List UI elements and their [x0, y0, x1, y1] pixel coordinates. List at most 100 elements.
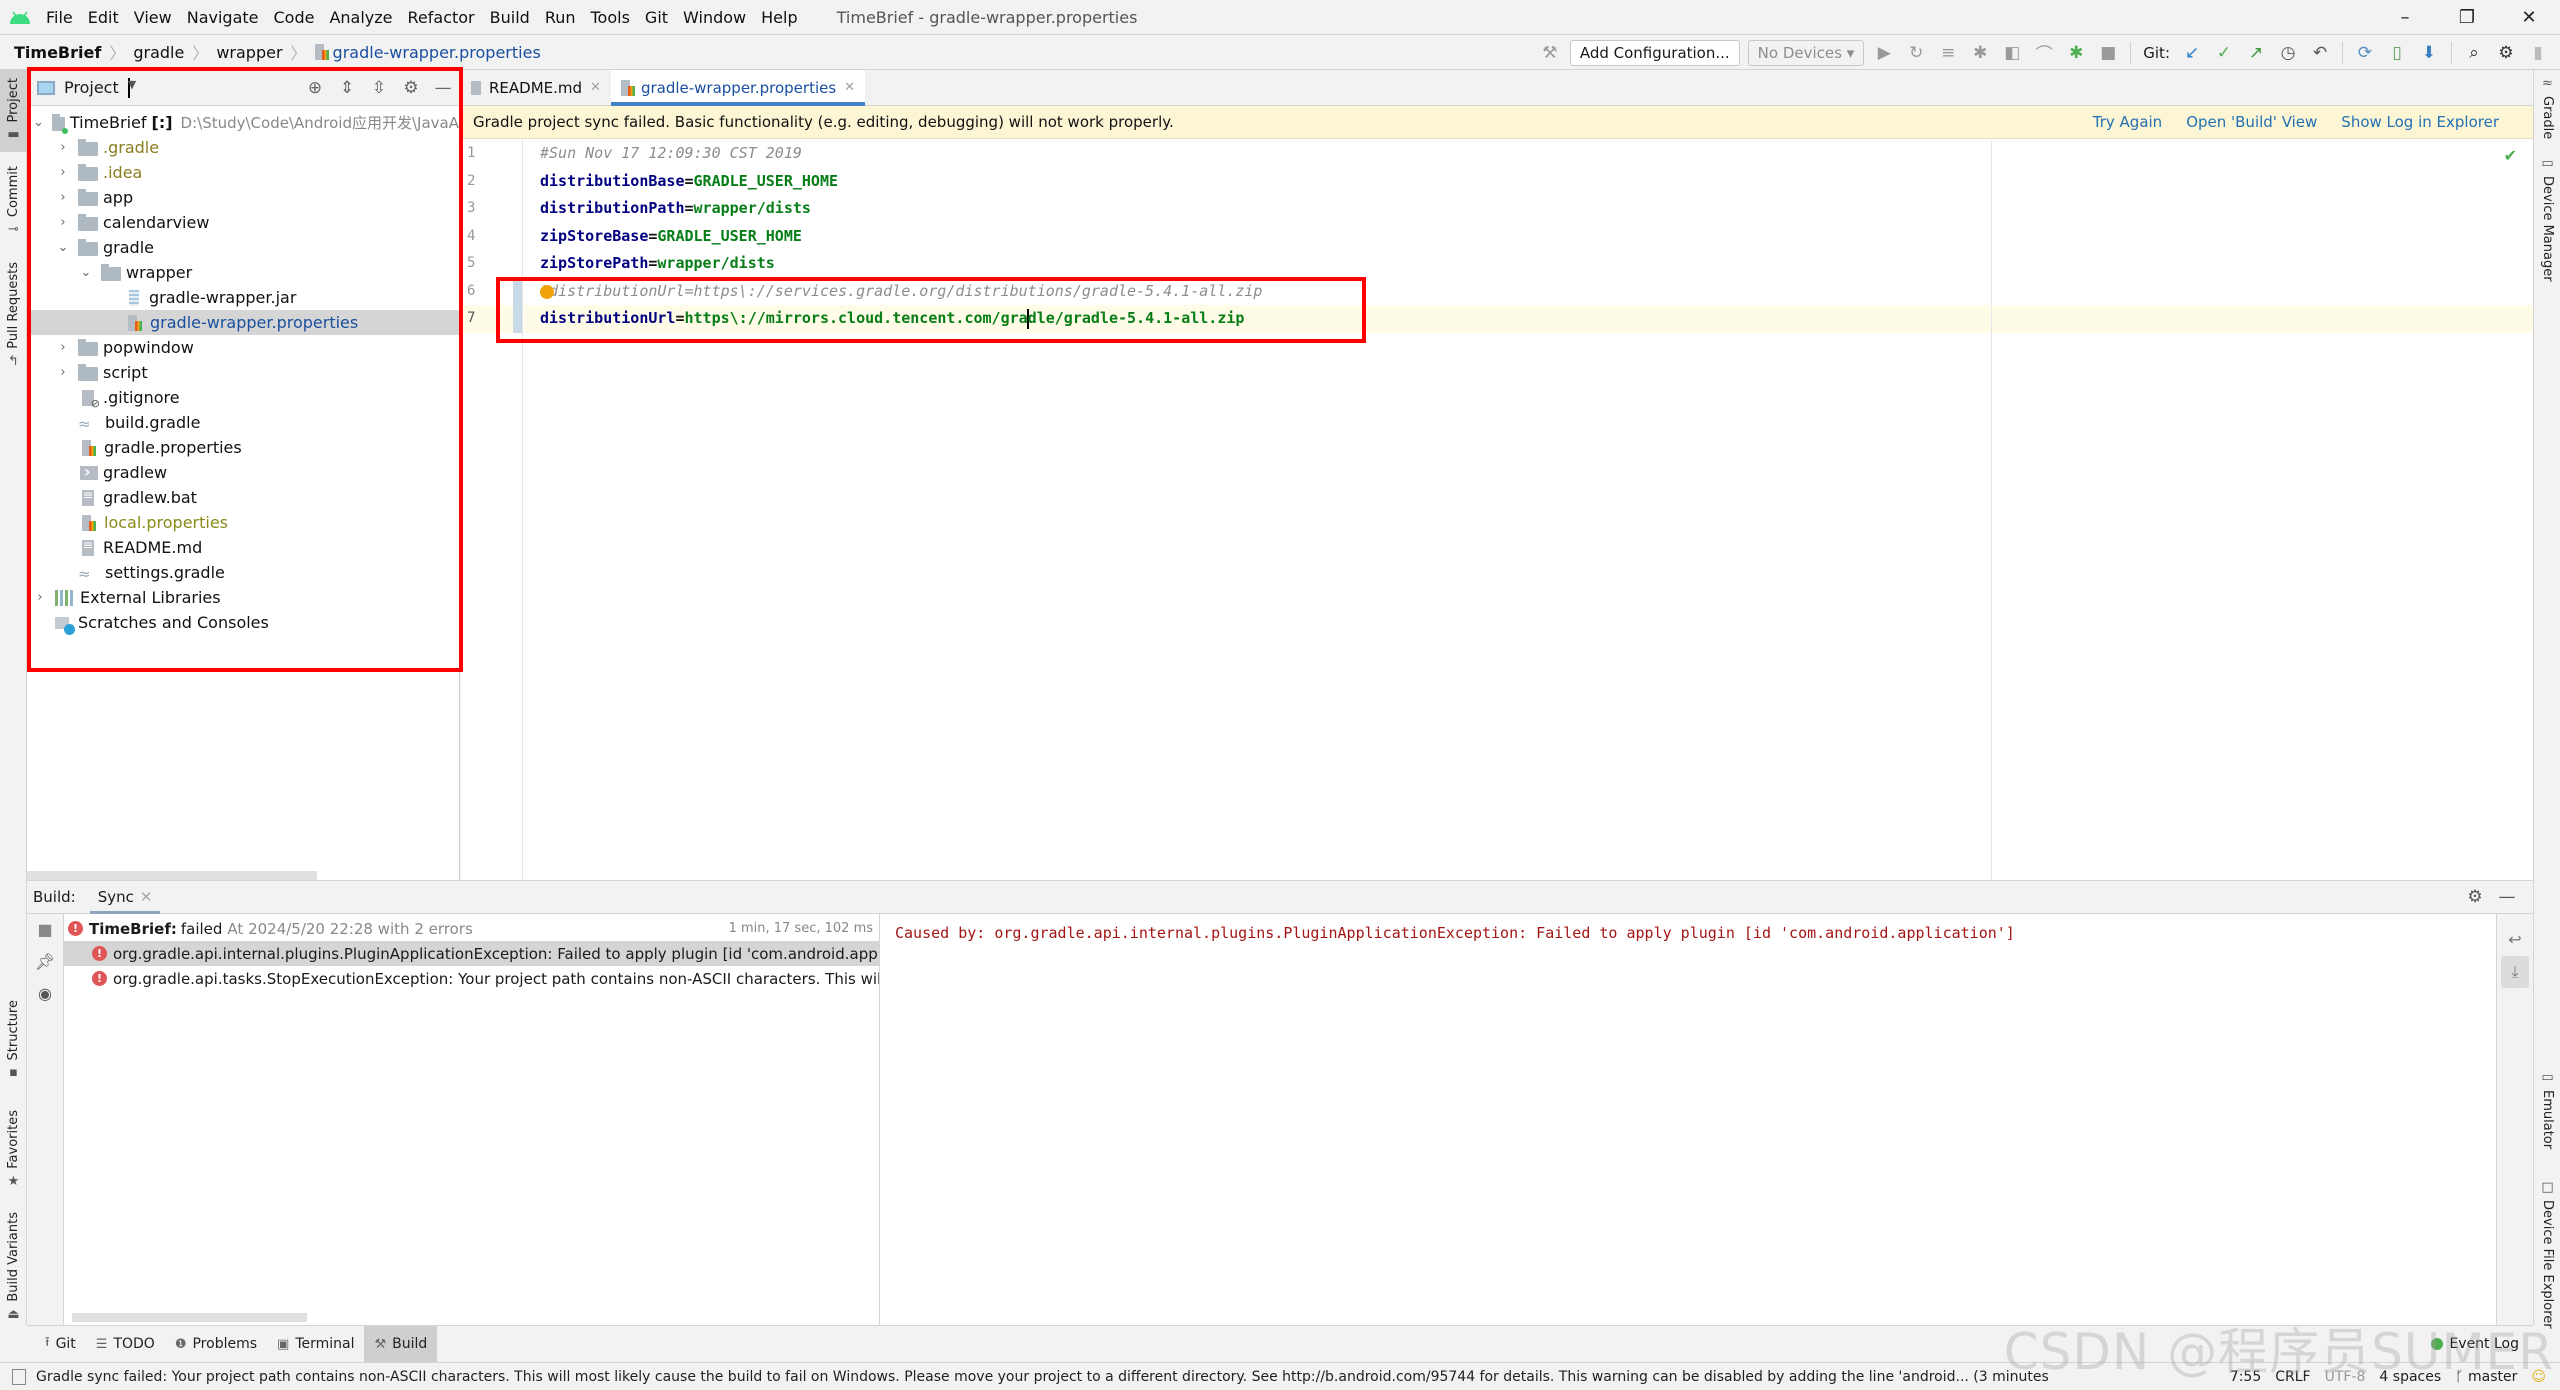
tree-node[interactable]: gradlew — [27, 460, 459, 485]
menu-help[interactable]: Help — [761, 8, 797, 27]
toggle-tool-windows-icon[interactable] — [12, 1368, 26, 1385]
search-icon[interactable]: ⌕ — [2461, 40, 2487, 66]
build-error-row[interactable]: ! org.gradle.api.internal.plugins.Plugin… — [64, 941, 879, 966]
chevron-right-icon[interactable]: › — [56, 215, 70, 230]
chevron-right-icon[interactable]: › — [56, 365, 70, 380]
sync-gradle-icon[interactable]: ⟳ — [2352, 40, 2378, 66]
code-lines[interactable]: #Sun Nov 17 12:09:30 CST 2019 distributi… — [524, 140, 2533, 333]
tool-window-project[interactable]: Project ▬ — [0, 70, 27, 152]
minimize-button[interactable]: – — [2374, 0, 2436, 35]
code-line[interactable]: distributionPath=wrapper/dists — [524, 195, 2533, 223]
tree-node-root[interactable]: ⌄ TimeBrief [:] D:\Study\Code\Android应用开… — [27, 110, 459, 135]
chevron-down-icon[interactable]: ⌄ — [79, 265, 93, 280]
tool-window-build-variants[interactable]: Build Variants ⏏ — [0, 1212, 27, 1322]
debug-icon[interactable]: ✱ — [1967, 40, 1993, 66]
chevron-down-icon[interactable]: ⌄ — [56, 240, 70, 255]
tool-window-favorites[interactable]: Favorites ★ — [0, 1110, 27, 1192]
menu-run[interactable]: Run — [545, 8, 576, 27]
tool-window-structure[interactable]: Structure ▪ — [0, 1000, 27, 1082]
tree-node[interactable]: gradle-wrapper.jar — [27, 285, 459, 310]
menu-window[interactable]: Window — [683, 8, 746, 27]
menu-file[interactable]: File — [46, 8, 73, 27]
tab-gradle-wrapper-properties[interactable]: gradle-wrapper.properties ✕ — [610, 70, 866, 106]
tree-node[interactable]: › script — [27, 360, 459, 385]
try-again-link[interactable]: Try Again — [2093, 113, 2162, 131]
chevron-right-icon[interactable]: › — [56, 165, 70, 180]
stop-icon[interactable]: ■ — [2095, 40, 2121, 66]
tree-node[interactable]: README.md — [27, 535, 459, 560]
intention-bulb-icon[interactable] — [540, 284, 554, 299]
chevron-right-icon[interactable]: › — [56, 140, 70, 155]
line-separator[interactable]: CRLF — [2275, 1369, 2310, 1385]
inspection-ok-check-icon[interactable]: ✔ — [2504, 146, 2517, 165]
stop-icon[interactable]: ■ — [27, 914, 63, 946]
attach-debugger-icon[interactable]: ✱ — [2063, 40, 2089, 66]
close-icon[interactable]: ✕ — [844, 80, 855, 95]
code-editor[interactable]: 1 2 3 4 5 6 7 #Sun Nov 17 12:09:30 CST 2… — [461, 140, 2533, 880]
tree-node[interactable]: ⌄ wrapper — [27, 260, 459, 285]
git-rollback-icon[interactable]: ↶ — [2307, 40, 2333, 66]
event-log-button[interactable]: Event Log — [2431, 1336, 2533, 1352]
menu-tools[interactable]: Tools — [591, 8, 630, 27]
settings-gear-icon[interactable]: ⚙ — [395, 78, 427, 98]
breadcrumb-file[interactable]: gradle-wrapper.properties — [333, 43, 541, 62]
tree-node-selected[interactable]: gradle-wrapper.properties — [27, 310, 459, 335]
git-branch-widget[interactable]: ᚴ master — [2455, 1369, 2517, 1385]
git-push-icon[interactable]: ↗ — [2243, 40, 2269, 66]
tree-node[interactable]: › app — [27, 185, 459, 210]
settings-gear-icon[interactable]: ⚙ — [2459, 887, 2491, 907]
code-line[interactable]: zipStorePath=wrapper/dists — [524, 250, 2533, 278]
menu-refactor[interactable]: Refactor — [408, 8, 475, 27]
chevron-right-icon[interactable]: › — [56, 340, 70, 355]
tab-sync[interactable]: Sync ✕ — [89, 881, 161, 914]
soft-wrap-icon[interactable]: ↩ — [2497, 924, 2533, 956]
tree-node[interactable]: ≈ build.gradle — [27, 410, 459, 435]
apply-code-changes-icon[interactable]: ≡ — [1935, 40, 1961, 66]
scroll-to-end-icon[interactable]: ⤓ — [2501, 956, 2529, 988]
device-selector[interactable]: No Devices ▾ — [1747, 39, 1865, 66]
apply-changes-icon[interactable]: ↻ — [1903, 40, 1929, 66]
tree-node[interactable]: gradle.properties — [27, 435, 459, 460]
file-encoding[interactable]: UTF-8 — [2325, 1369, 2366, 1385]
git-history-icon[interactable]: ◷ — [2275, 40, 2301, 66]
device-manager-icon[interactable]: ▯ — [2384, 40, 2410, 66]
tool-tab-build[interactable]: ⚒ Build — [364, 1325, 438, 1363]
tree-node[interactable]: .gitignore — [27, 385, 459, 410]
code-line[interactable]: #distributionUrl=https\://services.gradl… — [524, 278, 2533, 306]
tab-readme[interactable]: README.md ✕ — [461, 70, 611, 105]
tool-tab-terminal[interactable]: ▣ Terminal — [267, 1326, 364, 1363]
tree-node[interactable]: › .gradle — [27, 135, 459, 160]
menu-navigate[interactable]: Navigate — [187, 8, 259, 27]
indent-setting[interactable]: 4 spaces — [2379, 1369, 2441, 1385]
horizontal-scrollbar[interactable] — [72, 1313, 307, 1322]
chevron-down-icon[interactable]: ⌄ — [33, 115, 44, 130]
pin-icon[interactable]: 📌︎ — [27, 946, 63, 978]
project-view-selector[interactable]: Project — [64, 78, 119, 97]
chevron-down-icon[interactable]: ▼ — [127, 77, 136, 98]
tool-window-device-manager[interactable]: ▭ Device Manager — [2534, 156, 2560, 286]
tool-window-gradle[interactable]: ≈ Gradle — [2534, 76, 2560, 146]
menu-code[interactable]: Code — [274, 8, 315, 27]
close-window-button[interactable]: ✕ — [2498, 0, 2560, 35]
memory-indicator-icon[interactable]: ☺ — [2531, 1369, 2546, 1385]
tool-window-pull-requests[interactable]: Pull Requests ↰ — [0, 262, 27, 369]
tool-window-device-file-explorer[interactable]: □ Device File Explorer — [2534, 1180, 2560, 1329]
build-console[interactable]: Caused by: org.gradle.api.internal.plugi… — [881, 914, 2496, 1326]
breadcrumb-gradle[interactable]: gradle — [133, 43, 184, 62]
settings-gear-icon[interactable]: ⚙ — [2493, 40, 2519, 66]
code-line-current[interactable]: distributionUrl=https\://mirrors.cloud.t… — [524, 305, 2533, 333]
chevron-right-icon[interactable]: › — [33, 590, 47, 605]
tree-node[interactable]: ≈ settings.gradle — [27, 560, 459, 585]
hide-panel-icon[interactable]: — — [2491, 887, 2523, 907]
tool-tab-todo[interactable]: ☰ TODO — [86, 1326, 165, 1363]
build-summary-row[interactable]: ! TimeBrief: failed At 2024/5/20 22:28 w… — [64, 916, 879, 941]
menu-git[interactable]: Git — [645, 8, 668, 27]
code-line[interactable]: distributionBase=GRADLE_USER_HOME — [524, 168, 2533, 196]
breadcrumb-wrapper[interactable]: wrapper — [216, 43, 282, 62]
run-coverage-icon[interactable]: ◧ — [1999, 40, 2025, 66]
chevron-right-icon[interactable]: › — [56, 190, 70, 205]
menu-edit[interactable]: Edit — [88, 8, 119, 27]
vcs-change-marker[interactable] — [513, 278, 522, 333]
build-error-row[interactable]: ! org.gradle.api.tasks.StopExecutionExce… — [64, 966, 879, 991]
tree-node[interactable]: › popwindow — [27, 335, 459, 360]
